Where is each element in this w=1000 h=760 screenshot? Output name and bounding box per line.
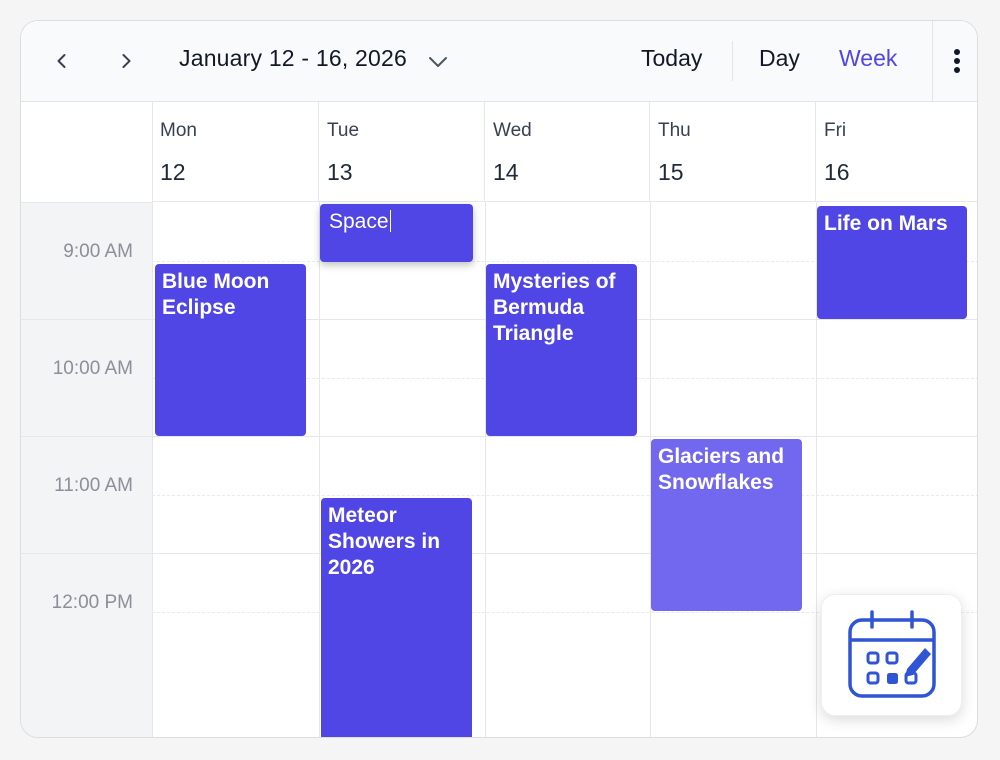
event-title: Mysteries of Bermuda Triangle	[493, 270, 616, 345]
calendar-toolbar: January 12 - 16, 2026 Today Day Week	[21, 21, 977, 102]
event-title-input[interactable]: Space	[329, 210, 389, 233]
event-title: Blue Moon Eclipse	[162, 270, 270, 319]
more-vertical-icon	[953, 49, 960, 73]
event-mysteries-of-bermuda-triangle[interactable]: Mysteries of Bermuda Triangle	[486, 264, 637, 436]
day-number: 15	[658, 159, 684, 185]
day-divider	[319, 202, 320, 737]
event-blue-moon-eclipse[interactable]: Blue Moon Eclipse	[155, 264, 306, 436]
day-header-tue[interactable]: Tue 13	[319, 102, 485, 202]
today-button[interactable]: Today	[641, 45, 702, 72]
chevron-down-icon	[429, 57, 447, 67]
event-space[interactable]: Space	[320, 204, 473, 262]
event-glaciers-and-snowflakes[interactable]: Glaciers and Snowflakes	[651, 439, 802, 611]
next-week-button[interactable]	[110, 45, 142, 77]
event-title: Glaciers and Snowflakes	[658, 445, 785, 494]
prev-week-button[interactable]	[46, 45, 78, 77]
day-header-mon[interactable]: Mon 12	[152, 102, 319, 202]
hour-line	[21, 436, 977, 437]
day-header-thu[interactable]: Thu 15	[650, 102, 816, 202]
day-name: Wed	[493, 120, 532, 141]
time-label: 10:00 AM	[52, 358, 133, 379]
more-options-button[interactable]	[932, 21, 977, 101]
day-header-wed[interactable]: Wed 14	[485, 102, 650, 202]
calendar-edit-button[interactable]	[821, 594, 962, 716]
day-number: 16	[824, 159, 850, 185]
half-hour-line	[152, 495, 977, 496]
event-meteor-showers-in-2026[interactable]: Meteor Showers in 2026	[321, 498, 472, 737]
day-header-fri[interactable]: Fri 16	[816, 102, 977, 202]
week-view-button[interactable]: Week	[839, 45, 897, 72]
time-label: 12:00 PM	[51, 592, 133, 613]
header-corner	[21, 102, 153, 203]
time-gutter	[21, 203, 153, 737]
calendar-edit-icon	[847, 610, 936, 698]
day-view-button[interactable]: Day	[759, 45, 800, 72]
time-label: 11:00 AM	[54, 475, 133, 496]
day-number: 12	[160, 159, 186, 185]
text-cursor	[389, 210, 391, 232]
date-range-dropdown[interactable]	[425, 49, 451, 75]
event-title: Life on Mars	[824, 212, 948, 235]
day-name: Tue	[327, 120, 360, 141]
date-range-title[interactable]: January 12 - 16, 2026	[179, 45, 407, 72]
day-name: Mon	[160, 120, 197, 141]
chevron-right-icon	[122, 54, 131, 68]
event-life-on-mars[interactable]: Life on Mars	[817, 206, 967, 319]
day-number: 13	[327, 159, 353, 185]
day-number: 14	[493, 159, 519, 185]
time-label: 9:00 AM	[63, 241, 133, 262]
day-name: Fri	[824, 120, 847, 141]
day-name: Thu	[658, 120, 691, 141]
event-title: Meteor Showers in 2026	[328, 504, 441, 579]
chevron-left-icon	[57, 54, 66, 68]
hour-line	[21, 553, 977, 554]
toolbar-divider	[732, 41, 733, 81]
